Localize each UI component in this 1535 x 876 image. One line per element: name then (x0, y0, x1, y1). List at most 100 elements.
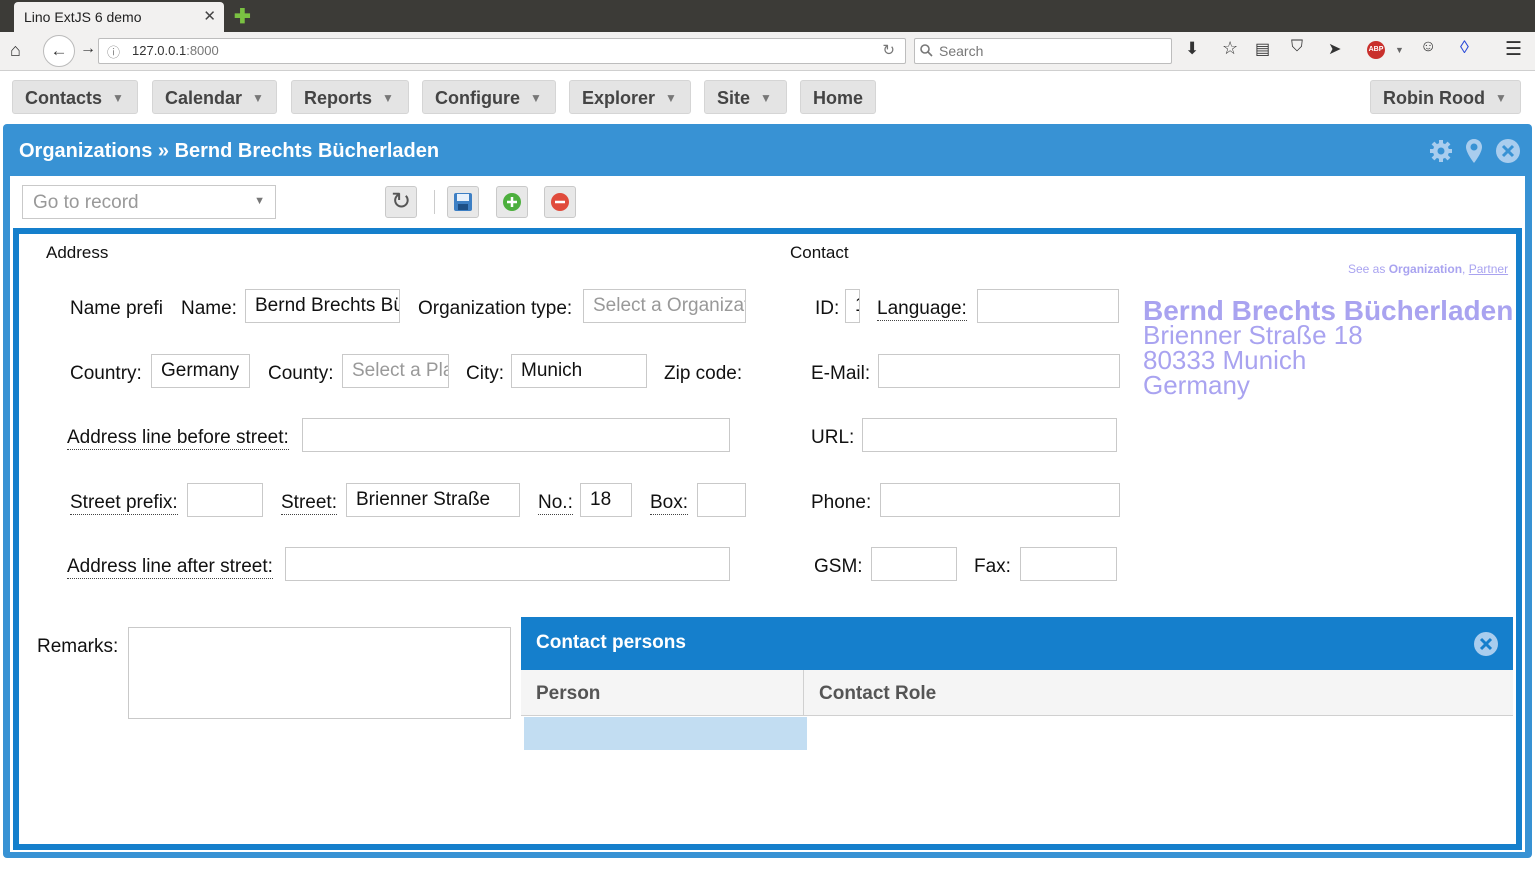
back-icon[interactable]: ← (43, 35, 75, 67)
menu-site-label: Site (717, 88, 751, 108)
menu-calendar[interactable]: Calendar ▼ (152, 80, 277, 114)
country-value: Germany (161, 360, 240, 381)
new-tab-icon[interactable]: ✚ (234, 4, 251, 29)
remarks-label: Remarks: (37, 636, 119, 657)
insert-button[interactable] (496, 186, 528, 218)
browser-tab-bar: Lino ExtJS 6 demo ✕ ✚ (0, 0, 1535, 32)
chevron-down-icon: ▼ (112, 91, 124, 105)
gear-icon[interactable] (1429, 139, 1453, 163)
contact-persons-title: Contact persons (536, 632, 686, 653)
adblock-menu-icon[interactable]: ▼ (1395, 45, 1404, 55)
language-field[interactable] (977, 289, 1119, 323)
menu-configure[interactable]: Configure ▼ (422, 80, 556, 114)
organization-type-select[interactable]: Select a Organizati (583, 289, 746, 323)
see-as-partner-link[interactable]: Partner (1469, 262, 1508, 276)
phone-label: Phone: (811, 492, 872, 513)
download-icon[interactable]: ⬇ (1185, 39, 1199, 59)
name-prefix-label: Name prefi (70, 298, 163, 319)
url-bar[interactable]: ⓘ 127.0.0.1:8000 ↻ (98, 38, 906, 64)
address-before-street-label: Address line before street: (67, 427, 289, 450)
hamburger-menu-icon[interactable]: ☰ (1505, 38, 1522, 61)
city-value: Munich (521, 360, 583, 381)
adblock-icon[interactable]: ABP (1367, 41, 1385, 59)
menu-contacts[interactable]: Contacts ▼ (12, 80, 138, 114)
phone-field[interactable] (880, 483, 1120, 517)
city-label: City: (466, 363, 504, 384)
chevron-down-icon: ▼ (382, 91, 394, 105)
delete-button[interactable] (544, 186, 576, 218)
url-field[interactable] (862, 418, 1117, 452)
country-field[interactable]: Germany (151, 354, 250, 388)
county-placeholder: Select a Pla (352, 360, 449, 381)
language-label: Language: (877, 298, 967, 321)
home-icon[interactable]: ⌂ (10, 40, 21, 61)
name-field[interactable]: Bernd Brechts Bü (245, 289, 400, 323)
street-no-field[interactable]: 18 (580, 483, 632, 517)
menu-explorer[interactable]: Explorer ▼ (569, 80, 691, 114)
see-as-organization-link[interactable]: Organization (1389, 262, 1462, 276)
menu-home-label: Home (813, 88, 864, 108)
address-card: Bernd Brechts Bücherladen Brienner Straß… (1143, 297, 1513, 400)
reading-list-icon[interactable]: ▤ (1255, 39, 1270, 59)
id-field[interactable]: 1 (845, 289, 860, 323)
chevron-down-icon: ▼ (530, 91, 542, 105)
county-select[interactable]: Select a Pla (342, 354, 449, 388)
street-prefix-field[interactable] (187, 483, 263, 517)
menu-reports-label: Reports (304, 88, 373, 108)
browser-nav-bar: ⌂ ← → ⓘ 127.0.0.1:8000 ↻ Search ⬇ ☆ ▤ ⛉ … (0, 32, 1535, 71)
email-label: E-Mail: (811, 363, 871, 384)
refresh-button[interactable]: ↻ (385, 186, 417, 218)
contact-persons-panel: Contact persons Person Contact Role (521, 617, 1513, 850)
address-after-street-label: Address line after street: (67, 556, 273, 579)
address-before-street-field[interactable] (302, 418, 730, 452)
grid-selected-cell[interactable] (524, 717, 807, 750)
country-label: Country: (70, 363, 142, 384)
goto-record-combo[interactable]: Go to record ▼ (22, 185, 276, 219)
location-pin-icon[interactable] (1465, 138, 1483, 164)
reload-icon[interactable]: ↻ (882, 41, 895, 59)
remarks-textarea[interactable] (128, 627, 511, 719)
chevron-down-icon: ▼ (1494, 91, 1507, 105)
street-box-label: Box: (650, 492, 689, 515)
save-icon (454, 193, 472, 211)
bookmark-star-icon[interactable]: ☆ (1222, 38, 1238, 59)
menu-configure-label: Configure (435, 88, 520, 108)
menu-user[interactable]: Robin Rood ▼ (1370, 80, 1521, 114)
fax-label: Fax: (974, 556, 1011, 577)
info-icon[interactable]: ⓘ (107, 42, 120, 61)
tab-title: Lino ExtJS 6 demo (24, 9, 142, 25)
column-header-contact-role[interactable]: Contact Role (804, 670, 1513, 716)
see-as-links: See as Organization, Partner (1348, 262, 1508, 276)
save-button[interactable] (447, 186, 479, 218)
forward-icon[interactable]: → (80, 40, 96, 58)
pocket-icon[interactable]: ⛉ (1291, 38, 1303, 56)
address-after-street-field[interactable] (285, 547, 730, 581)
street-no-label: No.: (538, 492, 573, 515)
email-field[interactable] (878, 354, 1120, 388)
close-icon[interactable] (1495, 138, 1521, 164)
menu-reports[interactable]: Reports ▼ (291, 80, 409, 114)
close-icon[interactable] (1473, 631, 1499, 657)
street-field[interactable]: Brienner Straße (346, 483, 520, 517)
remove-icon (551, 193, 569, 211)
name-value: Bernd Brechts Bü (255, 295, 400, 316)
droplet-icon[interactable]: ◊ (1460, 37, 1469, 58)
address-card-line: Germany (1143, 370, 1250, 400)
chat-icon[interactable]: ☺ (1420, 38, 1436, 56)
tab-close-icon[interactable]: ✕ (203, 7, 216, 25)
menu-site[interactable]: Site ▼ (704, 80, 787, 114)
street-box-field[interactable] (697, 483, 746, 517)
gsm-field[interactable] (871, 547, 957, 581)
fax-field[interactable] (1020, 547, 1117, 581)
browser-search[interactable]: Search (914, 38, 1172, 64)
city-field[interactable]: Munich (511, 354, 647, 388)
search-placeholder: Search (939, 43, 984, 59)
menu-home[interactable]: Home (800, 80, 876, 114)
browser-tab[interactable]: Lino ExtJS 6 demo ✕ (14, 2, 224, 32)
chevron-down-icon[interactable]: ▼ (254, 195, 265, 207)
organization-type-label: Organization type: (418, 298, 573, 319)
column-header-person[interactable]: Person (521, 670, 804, 716)
send-icon[interactable]: ➤ (1328, 39, 1341, 59)
chevron-down-icon: ▼ (760, 91, 772, 105)
zip-code-label: Zip code: (664, 363, 743, 384)
